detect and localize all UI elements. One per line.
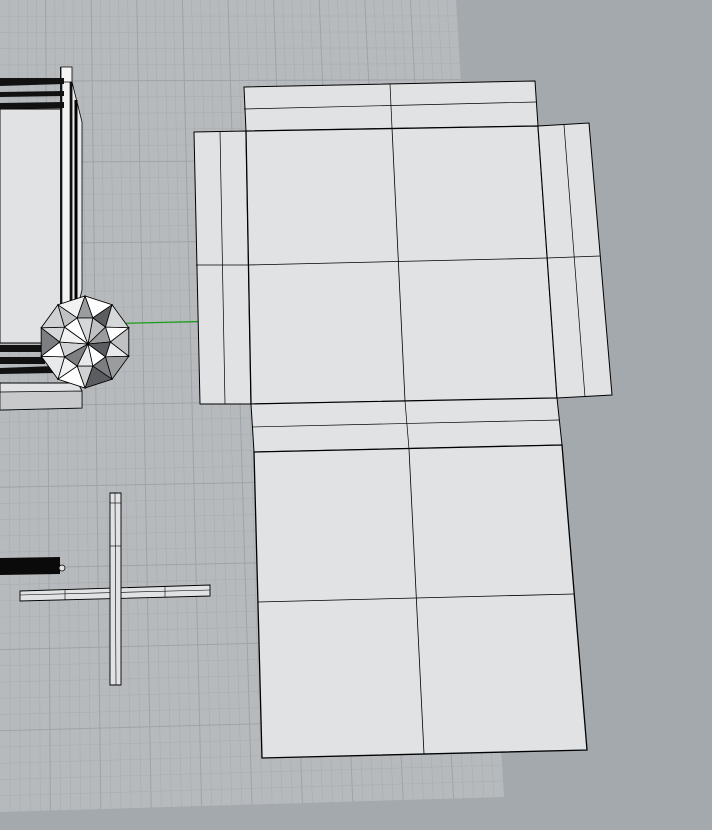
net-main-face	[245, 125, 558, 405]
dark-bar-object[interactable]	[0, 557, 66, 575]
dark-bar-body	[0, 557, 60, 575]
box-frame-top-rail-2	[0, 91, 64, 97]
perspective-viewport[interactable]	[0, 0, 712, 830]
net-middle-strip	[250, 397, 563, 453]
box-frame-bottom-rail-2	[0, 357, 45, 364]
net-bottom-face	[253, 444, 588, 759]
geodesic-sphere-object[interactable]	[40, 294, 130, 390]
box-frame-top-rail-3	[0, 102, 64, 109]
viewport-canvas[interactable]	[0, 0, 712, 830]
box-frame-base-shadow	[0, 390, 83, 411]
dark-bar-end-knob	[58, 564, 66, 572]
box-frame-inner-panel	[0, 108, 65, 344]
